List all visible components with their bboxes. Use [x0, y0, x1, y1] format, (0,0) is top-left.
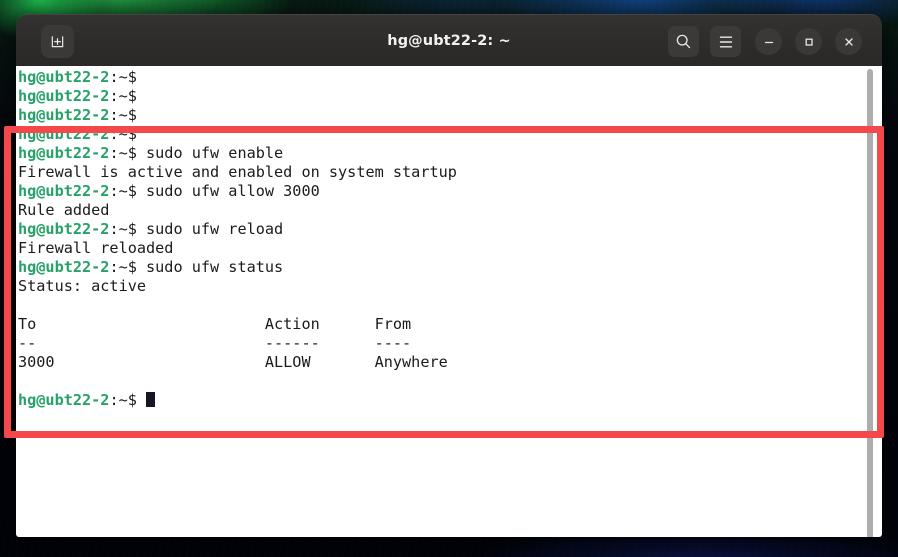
maximize-button[interactable]	[795, 28, 822, 55]
terminal-line: hg@ubt22-2:~$ sudo ufw reload	[18, 220, 457, 239]
terminal-prompt-path: :~$ sudo ufw allow 3000	[109, 182, 320, 200]
search-button[interactable]	[668, 26, 699, 57]
close-icon	[844, 37, 853, 46]
terminal-window: hg@ubt22-2: ~ hg@ubt22-2:~$ hg@ubt22-2:~…	[16, 14, 882, 537]
terminal-prompt-user: hg@ubt22-2	[18, 106, 110, 124]
terminal-prompt-user: hg@ubt22-2	[18, 220, 110, 238]
terminal-output-line: Firewall reloaded	[18, 239, 174, 257]
terminal-prompt-user: hg@ubt22-2	[18, 144, 110, 162]
terminal-line: hg@ubt22-2:~$	[18, 125, 457, 144]
minimize-button[interactable]	[755, 28, 782, 55]
terminal-output-line: Status: active	[18, 277, 147, 295]
terminal-text: hg@ubt22-2:~$ hg@ubt22-2:~$ hg@ubt22-2:~$ h…	[18, 66, 457, 410]
terminal-output-area[interactable]: hg@ubt22-2:~$ hg@ubt22-2:~$ hg@ubt22-2:~$ h…	[16, 66, 882, 537]
terminal-line: hg@ubt22-2:~$	[18, 391, 457, 410]
terminal-output-line: To Action From	[18, 315, 412, 333]
terminal-line: Status: active	[18, 277, 457, 296]
terminal-prompt-path: :~$ sudo ufw enable	[109, 144, 284, 162]
terminal-line: 3000 ALLOW Anywhere	[18, 353, 457, 372]
terminal-line: hg@ubt22-2:~$	[18, 68, 457, 87]
search-icon	[676, 34, 691, 49]
terminal-line: Firewall is active and enabled on system…	[18, 163, 457, 182]
terminal-prompt-path: :~$	[109, 68, 137, 86]
terminal-line: Rule added	[18, 201, 457, 220]
terminal-line: To Action From	[18, 315, 457, 334]
terminal-prompt-user: hg@ubt22-2	[18, 125, 110, 143]
terminal-prompt-user: hg@ubt22-2	[18, 68, 110, 86]
maximize-icon	[805, 38, 813, 46]
terminal-prompt-user: hg@ubt22-2	[18, 391, 110, 409]
close-button[interactable]	[835, 28, 862, 55]
terminal-output-line: 3000 ALLOW Anywhere	[18, 353, 448, 371]
terminal-line: hg@ubt22-2:~$	[18, 87, 457, 106]
terminal-prompt-path: :~$ sudo ufw reload	[109, 220, 284, 238]
terminal-cursor	[146, 392, 156, 407]
terminal-line: hg@ubt22-2:~$ sudo ufw enable	[18, 144, 457, 163]
terminal-line: hg@ubt22-2:~$	[18, 106, 457, 125]
desktop: hg@ubt22-2: ~ hg@ubt22-2:~$ hg@ubt22-2:~…	[0, 0, 898, 557]
menu-button[interactable]	[710, 26, 741, 57]
terminal-output-line: -- ------ ----	[18, 334, 412, 352]
terminal-prompt-path: :~$	[109, 87, 137, 105]
terminal-scrollbar[interactable]	[865, 66, 874, 537]
terminal-prompt-user: hg@ubt22-2	[18, 87, 110, 105]
terminal-output-line: Firewall is active and enabled on system…	[18, 163, 457, 181]
terminal-line: -- ------ ----	[18, 334, 457, 353]
terminal-prompt-path: :~$	[109, 125, 137, 143]
hamburger-menu-icon	[719, 36, 732, 47]
terminal-line: hg@ubt22-2:~$ sudo ufw status	[18, 258, 457, 277]
terminal-prompt-path: :~$	[109, 391, 147, 409]
terminal-prompt-path: :~$ sudo ufw status	[109, 258, 284, 276]
terminal-scrollbar-thumb[interactable]	[867, 69, 873, 537]
window-title: hg@ubt22-2: ~	[387, 33, 511, 49]
terminal-prompt-user: hg@ubt22-2	[18, 258, 110, 276]
terminal-prompt-user: hg@ubt22-2	[18, 182, 110, 200]
terminal-titlebar[interactable]: hg@ubt22-2: ~	[16, 14, 882, 66]
terminal-line: Firewall reloaded	[18, 239, 457, 258]
terminal-line: hg@ubt22-2:~$ sudo ufw allow 3000	[18, 182, 457, 201]
minimize-icon	[764, 41, 773, 43]
terminal-prompt-path: :~$	[109, 106, 137, 124]
terminal-output-line: Rule added	[18, 201, 110, 219]
